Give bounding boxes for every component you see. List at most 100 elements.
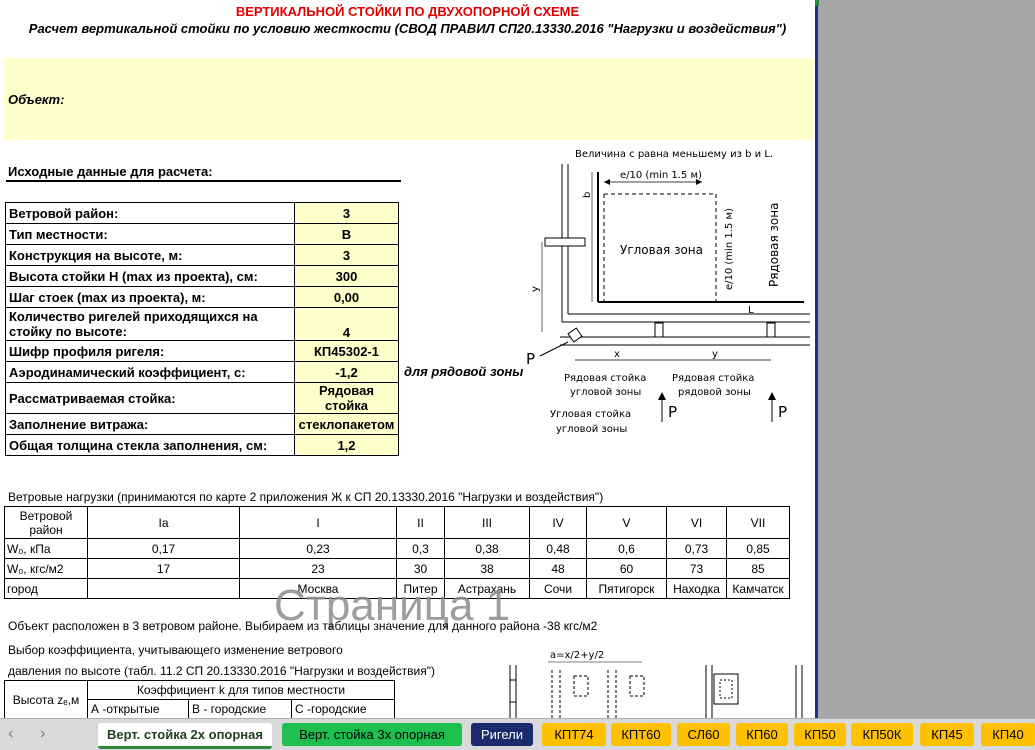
x-label: x [614,349,620,360]
input-value-cell[interactable]: 4 [294,307,399,341]
wind-header-label: Ветровой район [4,506,88,539]
coef-note-line2: давления по высоте (табл. 11.2 СП 20.133… [8,664,435,678]
tab-kpt60[interactable]: КПТ60 [611,723,671,746]
input-label: Конструкция на высоте, м: [5,244,295,266]
input-label: Количество ригелей приходящихся на стойк… [5,307,295,341]
input-row: Количество ригелей приходящихся на стойк… [5,307,399,341]
worksheet[interactable]: ВЕРТИКАЛЬНОЙ СТОЙКИ ПО ДВУХОПОРНОЙ СХЕМЕ… [0,0,818,718]
wind-city-cell [87,578,240,599]
wind-city-label: город [4,578,88,599]
tab-rigeli[interactable]: Ригели [471,723,533,746]
wind-kgs-cell: 85 [726,558,790,579]
tab-kp50[interactable]: КП50 [794,723,846,746]
wind-region: VI [666,506,727,539]
mini-formula-label: a=x/2+y/2 [550,650,604,661]
input-value-cell[interactable]: 3 [294,244,399,266]
row-corner-label-2: угловой зоны [570,387,641,398]
wind-region: Ia [87,506,240,539]
wind-kpa-cell: 0,23 [239,538,397,559]
input-value-cell[interactable]: 0,00 [294,286,399,308]
wind-region: V [586,506,667,539]
wind-kgs-cell: 17 [87,558,240,579]
wind-region: II [396,506,445,539]
wind-kpa-cell: 0,38 [444,538,530,559]
b-label: b [582,192,593,198]
input-label: Высота стойки H (max из проекта), см: [5,265,295,287]
input-label: Ветровой район: [5,202,295,224]
y-left-label: y [530,286,541,292]
p-label-3: P [778,403,787,421]
input-value-cell[interactable]: стеклопакетом [294,413,399,435]
e-side-label: e/10 (min 1.5 м) [724,208,735,290]
input-value-cell[interactable]: КП45302-1 [294,340,399,362]
input-row: Шаг стоек (max из проекта), м: 0,00 [5,286,399,308]
tab-kp45[interactable]: КП45 [920,723,974,746]
input-label: Тип местности: [5,223,295,245]
wind-kgs-cell: 30 [396,558,445,579]
wind-kgs-cell: 60 [586,558,667,579]
corner-label-2: угловой зоны [556,424,627,435]
tab-kp40[interactable]: КП40 [981,723,1035,746]
wind-kpa-cell: 0,73 [666,538,727,559]
tab-vert-stoyka-2x[interactable]: Верт. стойка 2х опорная [98,723,272,749]
input-value-cell[interactable]: В [294,223,399,245]
input-row: Шифр профиля ригеля: КП45302-1 [5,340,399,362]
wind-city-cell: Пятигорск [586,578,667,599]
coef-type: В - городские [188,699,292,718]
tab-kpt74[interactable]: КПТ74 [542,723,606,746]
input-row: Заполнение витража: стеклопакетом [5,413,399,435]
input-label: Шифр профиля ригеля: [5,340,295,362]
chevron-right-icon[interactable]: › [40,725,45,743]
mini-diagram: a=x/2+y/2 [509,650,803,718]
coef-table: Высота zₑ,м Коэффициент k для типов мест… [4,680,395,718]
input-value-cell[interactable]: 1,2 [294,434,399,456]
tab-vert-stoyka-3x[interactable]: Верт. стойка 3х опорная [282,723,462,746]
e-top-label: e/10 (min 1.5 м) [620,170,702,181]
wind-kpa-cell: 0,6 [586,538,667,559]
input-table: Ветровой район: 3 Тип местности: В Констру… [5,202,399,456]
wind-region: I [239,506,397,539]
input-row: Высота стойки H (max из проекта), см: 300 [5,265,399,287]
input-value-cell[interactable]: -1,2 [294,361,399,383]
wind-city-cell: Находка [666,578,727,599]
input-label: Шаг стоек (max из проекта), м: [5,286,295,308]
wind-kpa-cell: 0,85 [726,538,790,559]
input-row: Рассматриваемая стойка: Рядовая стойка [5,382,399,414]
p-arrow-label: P [526,350,535,368]
input-row: Тип местности: В [5,223,399,245]
zone-diagram: Величина с равна меньшему из b и L. e/10… [526,149,810,435]
sheet-edge-marker [815,0,819,6]
row-corner-label-1: Рядовая стойка [564,373,646,384]
chevron-left-icon[interactable]: ‹ [8,725,13,743]
coef-header-row: Высота zₑ,м Коэффициент k для типов мест… [4,680,395,718]
sheet-title: ВЕРТИКАЛЬНОЙ СТОЙКИ ПО ДВУХОПОРНОЙ СХЕМЕ [235,4,580,19]
wind-header-row: Ветровой район Ia I II III IV V VI VII [4,506,790,539]
wind-kgs-cell: 23 [239,558,397,579]
row-zone-label: Рядовая зона [767,203,781,287]
wind-kgs-label: W₀, кгс/м2 [4,558,88,579]
tab-kp60[interactable]: КП60 [736,723,788,746]
wind-kpa-cell: 0,48 [529,538,587,559]
tab-kp50k[interactable]: КП50К [851,723,913,746]
object-input-band[interactable] [4,58,813,140]
L-label: L [748,305,754,316]
wind-kgs-cell: 48 [529,558,587,579]
zone-note: для рядовой зоны [404,364,524,379]
input-value-cell[interactable]: Рядовая стойка [294,382,399,414]
input-label: Общая толщина стекла заполнения, см: [5,434,295,456]
corner-label-1: Угловая стойка [550,409,631,420]
input-row: Общая толщина стекла заполнения, см: 1,2 [5,434,399,456]
input-value-cell[interactable]: 300 [294,265,399,287]
corner-zone-label: Угловая зона [620,243,703,257]
coef-note-line1: Выбор коэффициента, учитывающего изменен… [8,643,343,657]
input-value-cell[interactable]: 3 [294,202,399,224]
input-label: Аэродинамический коэффициент, c: [5,361,295,383]
row-row-label-1: Рядовая стойка [672,373,754,384]
input-row: Конструкция на высоте, м: 3 [5,244,399,266]
input-row: Аэродинамический коэффициент, c: -1,2 [5,361,399,383]
input-label: Заполнение витража: [5,413,295,435]
wind-kgs-cell: 73 [666,558,727,579]
tab-sl60[interactable]: СЛ60 [677,723,730,746]
wind-region: IV [529,506,587,539]
sheet-subtitle: Расчет вертикальной стойки по условию же… [28,21,787,36]
